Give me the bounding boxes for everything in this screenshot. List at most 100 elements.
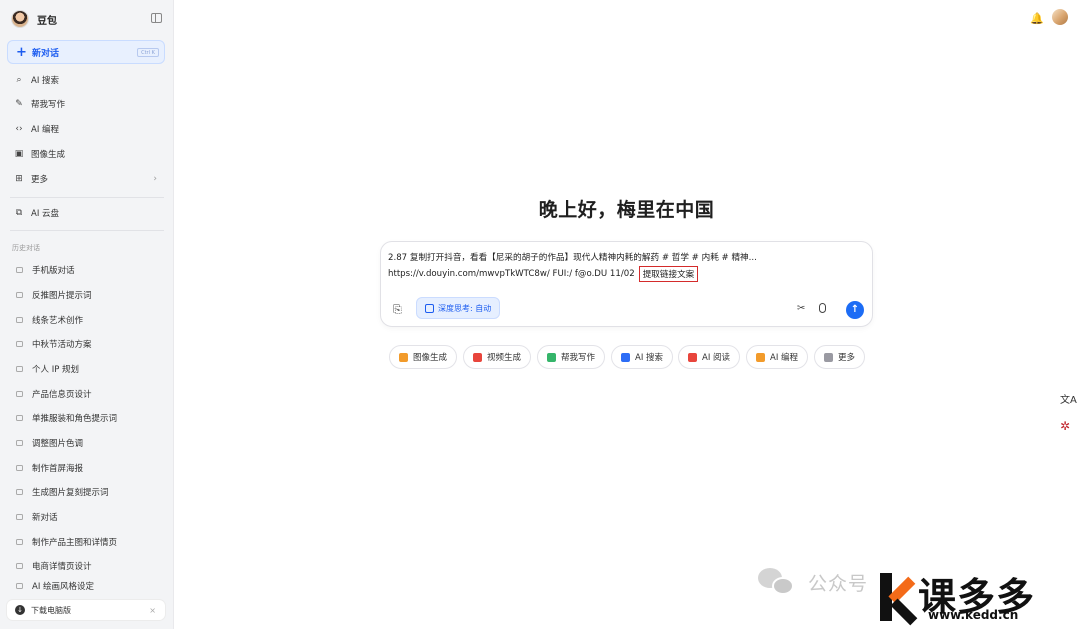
translate-icon[interactable]: 文A — [1060, 391, 1077, 406]
user-avatar[interactable] — [1052, 9, 1068, 25]
pen-icon: ✎ — [15, 99, 23, 109]
bell-icon[interactable]: 🔔 — [1030, 12, 1044, 25]
search-icon — [621, 352, 630, 362]
brand-k-logo — [880, 571, 918, 626]
history-label: AI 绘画风格设定 — [32, 582, 95, 592]
code-icon — [756, 352, 765, 362]
history-item[interactable]: 个人 IP 规划 — [7, 359, 165, 379]
chat-icon — [16, 465, 23, 471]
history-item[interactable]: 手机版对话 — [7, 260, 165, 280]
chat-icon — [16, 583, 23, 589]
microphone-icon[interactable] — [819, 303, 826, 313]
quick-image-gen[interactable]: 图像生成 — [389, 345, 458, 369]
grid-icon: ⊞ — [15, 174, 23, 184]
search-icon: ⌕ — [16, 75, 22, 85]
deep-think-toggle[interactable]: 深度思考: 自动 — [416, 297, 501, 319]
phone-icon — [16, 267, 23, 273]
quick-label: 图像生成 — [413, 353, 448, 363]
chat-icon — [16, 366, 23, 372]
chat-icon — [16, 391, 23, 397]
nav-label: AI 编程 — [31, 125, 60, 135]
history-item[interactable]: 单推服装和角色提示词 — [7, 408, 165, 428]
quick-ai-reading[interactable]: AI 阅读 — [678, 345, 741, 369]
plus-icon: + — [16, 44, 27, 60]
wechat-logo — [758, 568, 798, 598]
history-item[interactable]: 中秋节活动方案 — [7, 334, 165, 354]
nav-writing[interactable]: ✎ 帮我写作 — [7, 93, 165, 115]
quick-label: 更多 — [838, 353, 856, 363]
nav-label: AI 云盘 — [31, 209, 60, 219]
brand[interactable]: 豆包 — [11, 9, 57, 29]
scissors-icon[interactable]: ✂ — [797, 303, 805, 314]
quick-video-gen[interactable]: 视频生成 — [463, 345, 532, 369]
plugin-icon[interactable]: ✲ — [1060, 419, 1070, 433]
history-item[interactable]: AI 绘画风格设定 — [7, 580, 165, 592]
nav-ai-search[interactable]: ⌕ AI 搜索 — [7, 69, 165, 91]
chat-icon — [16, 539, 23, 545]
chevron-right-icon: › — [153, 174, 157, 184]
chat-icon — [16, 341, 23, 347]
deep-think-label: 深度思考: 自动 — [438, 303, 492, 313]
history-item[interactable]: 新对话 — [7, 507, 165, 527]
history-label: 反推图片提示词 — [32, 291, 92, 301]
history-label: 中秋节活动方案 — [32, 340, 92, 350]
sidebar: 豆包 + 新对话 Ctrl K ⌕ AI 搜索 ✎ 帮我写作 ‹› AI 编程 … — [0, 0, 174, 629]
input-link-text: https://v.douyin.com/mwvpTkWTC8w/ FUI:/ … — [388, 269, 635, 279]
history-item[interactable]: 线条艺术创作 — [7, 310, 165, 330]
quick-label: AI 阅读 — [702, 353, 731, 363]
history-label: 个人 IP 规划 — [32, 365, 80, 375]
history-item[interactable]: 生成图片复刻提示词 — [7, 482, 165, 502]
app-name: 豆包 — [37, 15, 57, 27]
nav-label: AI 搜索 — [31, 76, 60, 86]
history-item[interactable]: 调整图片色调 — [7, 433, 165, 453]
quick-ai-coding[interactable]: AI 编程 — [746, 345, 809, 369]
download-desktop-button[interactable]: ↓ 下载电脑版 × — [7, 600, 165, 620]
history-item[interactable]: 制作首屏海报 — [7, 458, 165, 478]
chat-icon — [16, 415, 23, 421]
history-item[interactable]: 反推图片提示词 — [7, 285, 165, 305]
history-item[interactable]: 制作产品主图和详情页 — [7, 532, 165, 552]
chat-icon — [16, 317, 23, 323]
input-text-line-2[interactable]: https://v.douyin.com/mwvpTkWTC8w/ FUI:/ … — [388, 266, 699, 282]
deep-think-icon — [425, 303, 434, 313]
reading-icon — [688, 352, 697, 362]
quick-writing[interactable]: 帮我写作 — [537, 345, 606, 369]
quick-more[interactable]: 更多 — [814, 345, 866, 369]
input-text-line-1[interactable]: 2.87 复制打开抖音，看看【尼采的胡子的作品】现代人精神内耗的解药 # 哲学 … — [388, 251, 868, 263]
quick-ai-search[interactable]: AI 搜索 — [611, 345, 674, 369]
app-avatar — [11, 10, 29, 28]
chat-icon — [16, 563, 23, 569]
history-item[interactable]: 产品信息页设计 — [7, 384, 165, 404]
close-icon[interactable]: × — [149, 606, 156, 615]
nav-label: 图像生成 — [31, 150, 66, 160]
history-label: 手机版对话 — [32, 266, 75, 276]
sidebar-collapse-icon[interactable] — [151, 13, 162, 23]
nav-label: 更多 — [31, 175, 49, 185]
grid-icon — [824, 352, 833, 362]
nav-image-gen[interactable]: ▣ 图像生成 — [7, 143, 165, 165]
history-label: 新对话 — [32, 513, 58, 523]
chat-icon — [16, 514, 23, 520]
history-label: 生成图片复刻提示词 — [32, 488, 109, 498]
nav-label: 帮我写作 — [31, 100, 66, 110]
chat-input-box[interactable]: 2.87 复制打开抖音，看看【尼采的胡子的作品】现代人精神内耗的解药 # 哲学 … — [380, 241, 873, 327]
quick-label: 帮我写作 — [561, 353, 596, 363]
quick-label: AI 编程 — [770, 353, 799, 363]
quick-label: 视频生成 — [487, 353, 522, 363]
history-item[interactable]: 电商详情页设计 — [7, 556, 165, 576]
history-label: 线条艺术创作 — [32, 316, 84, 326]
history-label: 制作首屏海报 — [32, 464, 84, 474]
send-button[interactable]: ↑ — [846, 301, 864, 319]
history-label: 调整图片色调 — [32, 439, 84, 449]
paperclip-icon[interactable]: ⎘ — [393, 303, 402, 317]
nav-ai-coding[interactable]: ‹› AI 编程 — [7, 118, 165, 140]
cloud-drive-icon: ⧉ — [15, 208, 23, 218]
chat-icon — [16, 440, 23, 446]
nav-more[interactable]: ⊞ 更多 › — [7, 168, 165, 190]
code-icon: ‹› — [15, 124, 23, 134]
chat-icon — [16, 489, 23, 495]
nav-cloud-drive[interactable]: ⧉ AI 云盘 — [7, 202, 165, 224]
divider — [10, 230, 164, 231]
new-chat-button[interactable]: + 新对话 Ctrl K — [7, 40, 165, 64]
watermark-text: 公众号 — [808, 573, 869, 595]
